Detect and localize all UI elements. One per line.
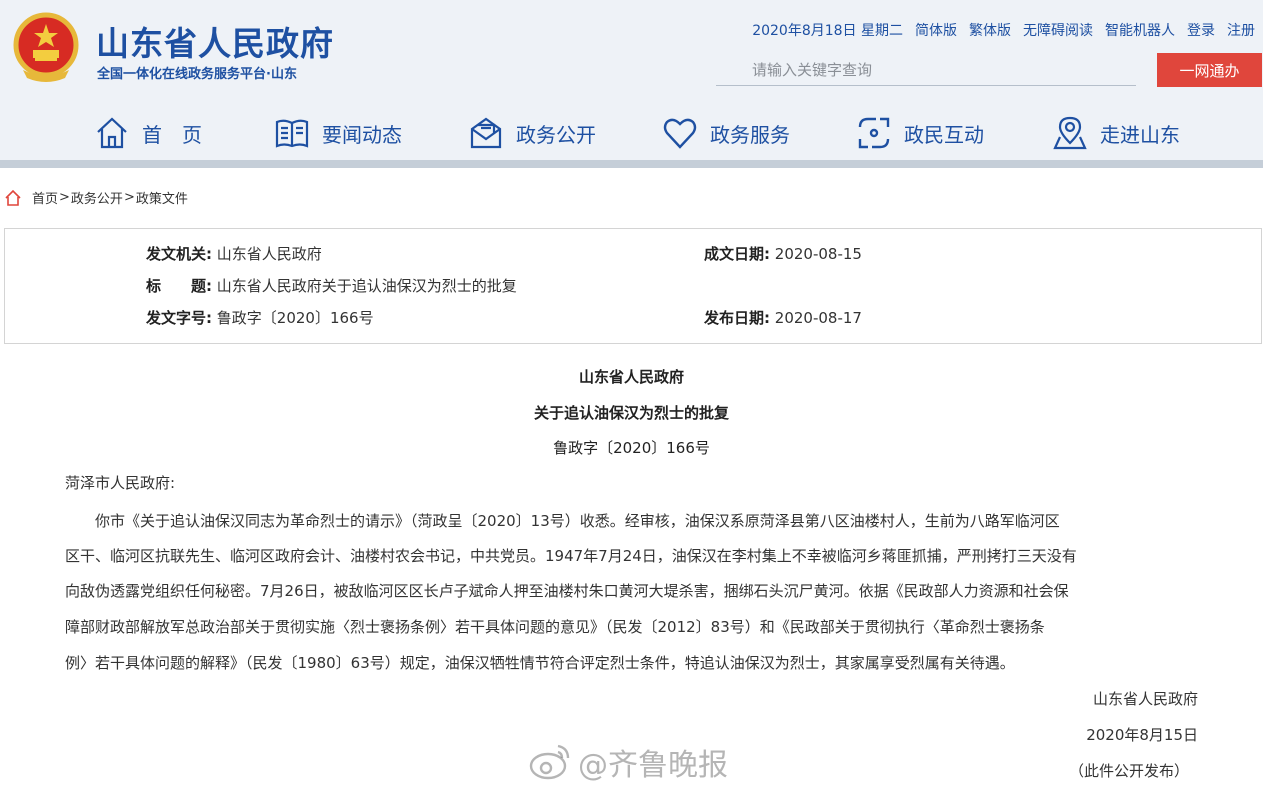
doc-line: 障部财政部解放军总政治部关于贯彻实施〈烈士褒扬条例〉若干具体问题的意见》（民发〔… [65,618,1045,636]
nav-label: 政务服务 [710,122,790,147]
meta-written-date: 成文日期: 2020-08-15 [704,245,862,263]
current-date: 2020年8月18日 星期二 [752,23,903,39]
breadcrumb-separator: > [59,190,70,205]
watermark: @齐鲁晚报 [528,740,728,784]
doc-salutation: 菏泽市人民政府: [65,474,176,492]
link-traditional[interactable]: 繁体版 [969,20,1011,40]
nav-item-news[interactable]: 要闻动态 [274,110,402,156]
site-header: 山东省人民政府 全国一体化在线政务服务平台·山东 2020年8月18日 星期二 … [0,0,1263,160]
link-simplified[interactable]: 简体版 [915,20,957,40]
national-emblem-icon [13,12,79,82]
nav-label: 走进山东 [1100,122,1180,147]
doc-line: 例〉若干具体问题的解释》（民发〔1980〕63号）规定，油保汉牺牲情节符合评定烈… [65,654,1015,672]
doc-line: 你市《关于追认油保汉同志为革命烈士的请示》（菏政呈〔2020〕13号）收悉。经审… [65,512,1060,530]
main-nav: 首 页 要闻动态 政务公开 政务服务 政民互动 走进山东 [0,110,1263,156]
nav-item-public[interactable]: 政务公开 [468,110,596,156]
nav-item-shandong[interactable]: 走进山东 [1052,110,1180,156]
site-subtitle[interactable]: 全国一体化在线政务服务平台·山东 [97,63,297,82]
meta-title: 标 题: 山东省人民政府关于追认油保汉为烈士的批复 [146,277,517,295]
home-icon [97,117,127,149]
nav-label: 要闻动态 [322,122,402,147]
link-accessibility[interactable]: 无障碍阅读 [1023,20,1093,40]
meta-docno: 发文字号: 鲁政字〔2020〕166号 [146,309,374,327]
link-robot[interactable]: 智能机器人 [1105,20,1175,40]
home-icon[interactable] [4,189,22,207]
meta-published-date: 发布日期: 2020-08-17 [704,309,862,327]
one-stop-button[interactable]: 一网通办 [1157,53,1262,87]
nav-item-interaction[interactable]: 政民互动 [856,110,984,156]
book-icon [275,119,309,148]
nav-item-home[interactable]: 首 页 [94,110,202,156]
breadcrumb-home[interactable]: 首页 [32,188,58,207]
doc-signer: 山东省人民政府 [1092,690,1198,708]
document-meta-box: 发文机关: 山东省人民政府 成文日期: 2020-08-15 标 题: 山东省人… [4,228,1262,344]
breadcrumb-policy[interactable]: 政策文件 [136,188,188,207]
watermark-text: @齐鲁晚报 [578,748,728,783]
breadcrumb: 首页 > 政务公开 > 政策文件 [4,188,188,207]
nav-label: 政务公开 [516,122,596,147]
interact-icon [858,117,890,149]
search-input[interactable] [716,54,1136,86]
doc-heading-issuer: 山东省人民政府 [578,368,684,386]
breadcrumb-separator: > [123,190,135,205]
doc-sign-date: 2020年8月15日 [1086,726,1198,744]
breadcrumb-public[interactable]: 政务公开 [71,188,123,207]
map-pin-icon [1053,116,1087,150]
doc-line: 向敌伪透露党组织任何秘密。7月26日，被敌临河区区长卢子斌命人押至油楼村朱口黄河… [65,582,1069,600]
doc-note: （此件公开发布） [1068,762,1189,780]
link-login[interactable]: 登录 [1187,20,1215,40]
weibo-icon [529,744,570,780]
mail-icon [470,117,502,149]
nav-label: 首 页 [142,122,202,147]
nav-label: 政民互动 [904,122,984,147]
doc-number: 鲁政字〔2020〕166号 [553,439,710,457]
header-divider [0,160,1263,168]
heart-icon [663,118,697,149]
doc-line: 区干、临河区抗联先生、临河区政府会计、油楼村农会书记，中共党员。1947年7月2… [65,547,1077,565]
top-links: 2020年8月18日 星期二 简体版 繁体版 无障碍阅读 智能机器人 登录 注册 [752,20,1255,40]
site-title[interactable]: 山东省人民政府 [96,17,334,65]
doc-heading-title: 关于追认油保汉为烈士的批复 [533,404,729,422]
nav-item-services[interactable]: 政务服务 [662,110,790,156]
meta-issuer: 发文机关: 山东省人民政府 [146,245,322,263]
link-register[interactable]: 注册 [1227,20,1255,40]
